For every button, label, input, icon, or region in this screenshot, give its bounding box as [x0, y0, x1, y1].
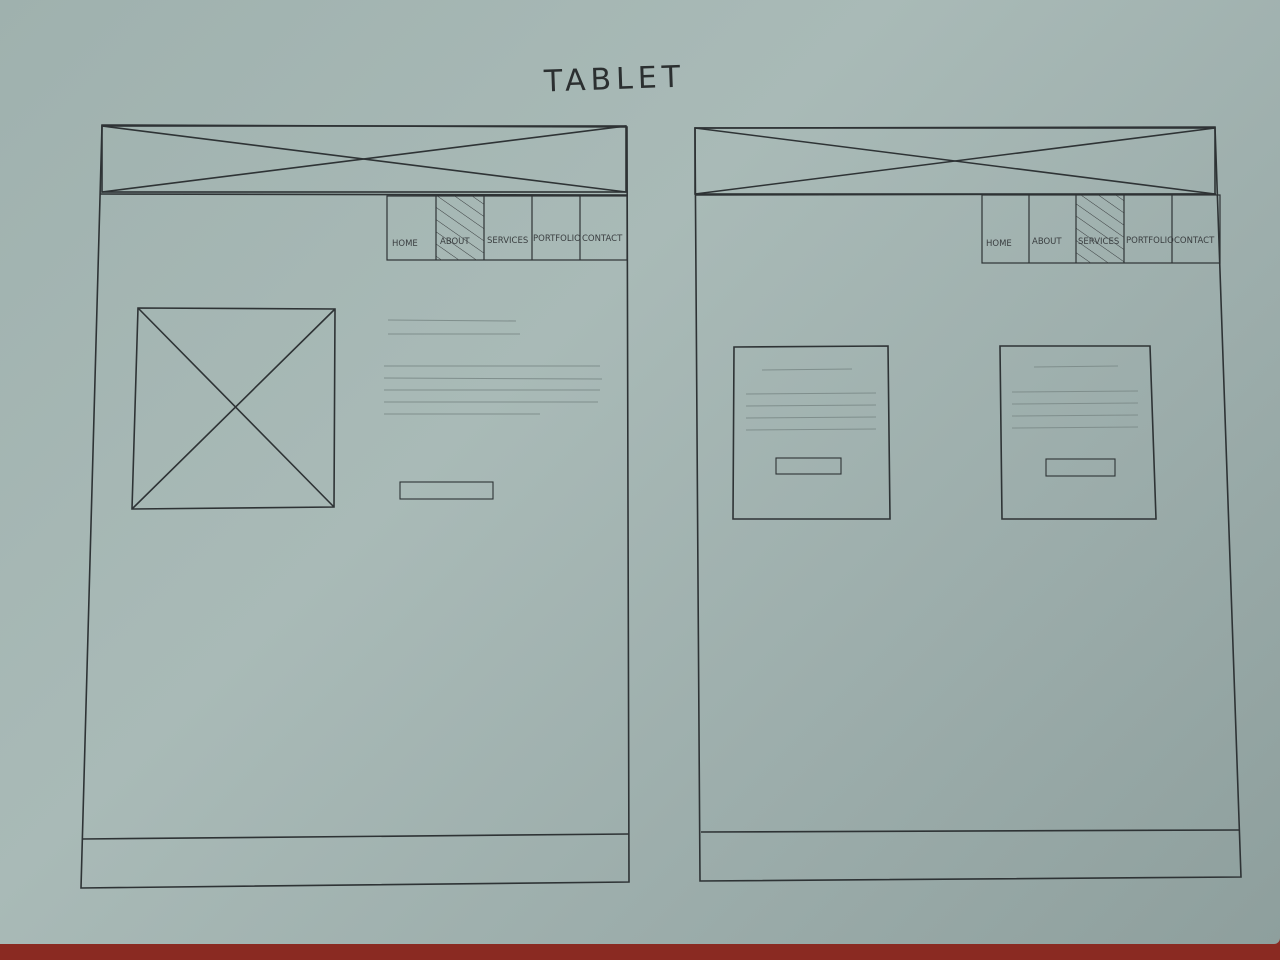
header-image-placeholder: [694, 127, 1216, 195]
nav-active-highlight: [1076, 195, 1124, 263]
header-image-placeholder: [101, 125, 627, 193]
nav-bar: [981, 194, 1221, 264]
paper-sheet: TABLET HOME ABOUT SERVICES PORTFOLIO CON…: [0, 0, 1280, 944]
nav-item-home: HOME: [986, 239, 1012, 249]
nav-item-portfolio: PORTFOLIO: [1126, 236, 1174, 246]
nav-item-about: ABOUT: [1032, 237, 1062, 247]
nav-item-home: HOME: [392, 239, 418, 249]
service-card-2: [999, 345, 1157, 520]
nav-item-services: SERVICES: [1078, 237, 1119, 247]
nav-item-about: ABOUT: [440, 237, 470, 247]
footer-divider: [700, 829, 1241, 833]
nav-item-contact: CONTACT: [1174, 236, 1215, 246]
wireframe-sketch: HOME ABOUT SERVICES PORTFOLIO CONTACT HO…: [80, 124, 1242, 889]
nav-labels-about: HOME ABOUT SERVICES PORTFOLIO CONTACT: [392, 234, 623, 249]
footer-divider: [81, 833, 630, 840]
content-image-placeholder: [131, 307, 336, 510]
nav-item-services: SERVICES: [487, 236, 528, 246]
button-placeholder: [399, 481, 494, 500]
button-placeholder: [775, 457, 842, 475]
text-block: [383, 319, 603, 415]
nav-item-portfolio: PORTFOLIO: [533, 234, 581, 244]
button-placeholder: [1045, 458, 1116, 477]
nav-bar: [386, 195, 628, 261]
nav-active-highlight: [436, 196, 484, 260]
nav-item-contact: CONTACT: [582, 234, 623, 244]
service-card-1: [732, 345, 891, 520]
